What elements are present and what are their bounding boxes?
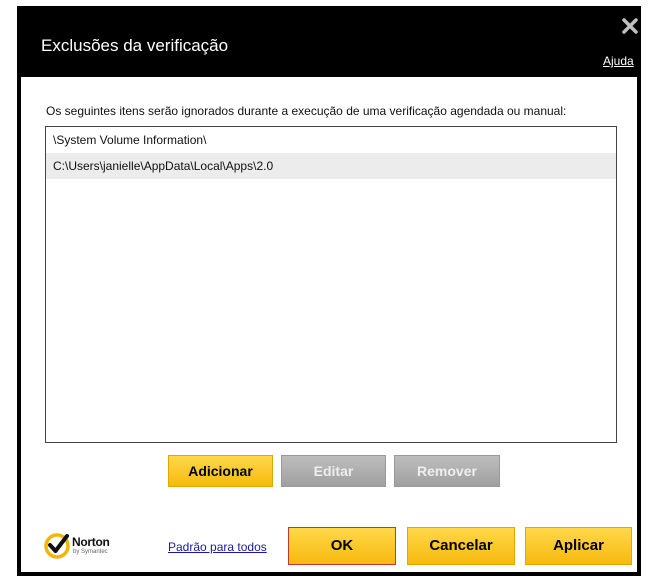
add-button[interactable]: Adicionar: [168, 455, 273, 487]
apply-button[interactable]: Aplicar: [525, 527, 632, 565]
close-icon[interactable]: [622, 18, 638, 34]
title-bar: Exclusões da verificação Ajuda: [21, 10, 638, 77]
checkmark-seal-icon: [44, 533, 70, 559]
list-item[interactable]: C:\Users\janielle\AppData\Local\Apps\2.0: [46, 153, 616, 179]
dialog-title: Exclusões da verificação: [41, 36, 229, 55]
ok-button[interactable]: OK: [288, 527, 396, 565]
remove-button[interactable]: Remover: [394, 455, 500, 487]
description-text: Os seguintes itens serão ignorados duran…: [46, 104, 567, 118]
restore-defaults-link[interactable]: Padrão para todos: [168, 540, 267, 554]
exclusions-list[interactable]: \System Volume Information\ C:\Users\jan…: [45, 126, 617, 443]
cancel-button[interactable]: Cancelar: [407, 527, 515, 565]
logo-text: Norton: [72, 535, 110, 549]
exclusions-dialog: Exclusões da verificação Ajuda Os seguin…: [17, 6, 641, 576]
edit-button[interactable]: Editar: [281, 455, 386, 487]
norton-logo: Norton by Symantec: [43, 532, 118, 560]
list-item[interactable]: \System Volume Information\: [46, 127, 616, 153]
logo-subtext: by Symantec: [73, 549, 108, 555]
help-link[interactable]: Ajuda: [603, 54, 634, 68]
